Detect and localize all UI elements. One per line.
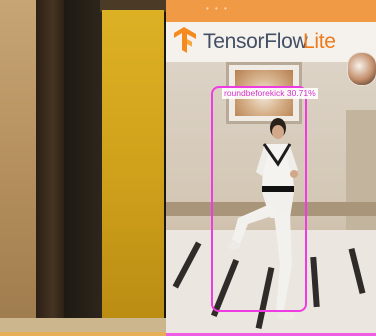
brand-title: TensorFlow (203, 30, 308, 53)
camera-preview[interactable]: roundbeforekick 30.71% (166, 62, 376, 336)
detection-label: roundbeforekick 30.71% (222, 88, 318, 99)
status-indicators: • • • (206, 4, 229, 13)
background-yellow-panel (102, 10, 164, 336)
background-pillar-shadow (64, 0, 102, 336)
app-header: TensorFlow Lite (166, 22, 376, 62)
tensorflow-logo-icon (174, 27, 196, 53)
brand-subtitle: Lite (303, 30, 336, 53)
detection-bounding-box (211, 86, 307, 312)
status-bar: • • • (166, 0, 376, 22)
background-floor-line (0, 332, 166, 336)
phone-screen: • • • TensorFlow Lite roundbeforekick 30… (166, 0, 376, 336)
background-room (0, 0, 166, 336)
thumbnail-image[interactable] (347, 52, 376, 86)
background-wall (0, 0, 40, 336)
background-pillar (36, 0, 64, 336)
